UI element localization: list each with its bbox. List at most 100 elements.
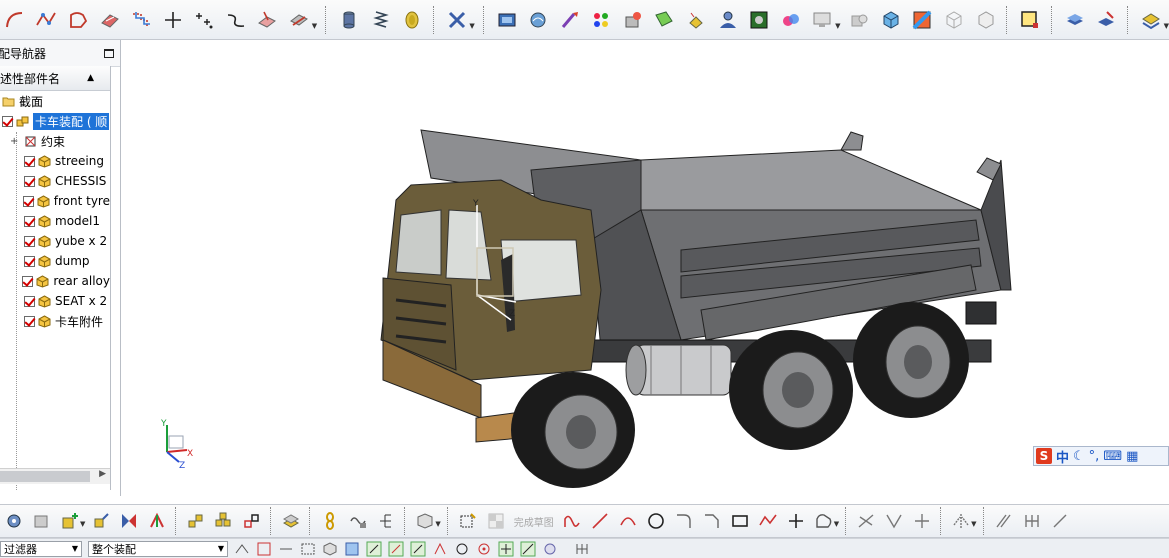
add-component-icon[interactable] — [58, 509, 82, 533]
circle-icon[interactable] — [644, 509, 668, 533]
surface-icon[interactable] — [97, 7, 123, 33]
rectangle-icon[interactable] — [728, 509, 752, 533]
visibility-checkbox[interactable] — [2, 115, 13, 127]
keyboard-icon[interactable]: ⌨ — [1103, 449, 1122, 464]
tree-row[interactable]: dump — [0, 251, 110, 271]
fillet-icon[interactable] — [672, 509, 696, 533]
section-icon[interactable] — [1138, 7, 1164, 33]
snap-point-icon[interactable] — [498, 541, 514, 557]
ime-mode[interactable]: 中 — [1056, 447, 1069, 466]
line-icon[interactable] — [588, 509, 612, 533]
assembly-gear-icon[interactable] — [2, 509, 26, 533]
tree-row[interactable]: front tyre — [0, 191, 110, 211]
tools-icon[interactable] — [444, 7, 470, 33]
visibility-checkbox[interactable] — [24, 315, 35, 327]
bridge-curve-icon[interactable] — [223, 7, 249, 33]
snap-on-curve-icon[interactable] — [520, 541, 536, 557]
polygon-icon[interactable] — [65, 7, 91, 33]
constraint-icon[interactable] — [117, 509, 141, 533]
snap-control-icon[interactable] — [410, 541, 426, 557]
tree-row[interactable]: 卡车附件 — [0, 311, 110, 331]
dropdown-arrow-icon[interactable]: ▼ — [835, 22, 840, 30]
select-chain-icon[interactable] — [278, 541, 294, 557]
render-icon[interactable] — [525, 7, 551, 33]
tree-row[interactable]: 截面 — [0, 91, 110, 111]
tree-row[interactable]: + 约束 — [0, 131, 110, 151]
dropdown-arrow-icon[interactable]: ▼ — [469, 22, 474, 30]
scrollbar-thumb[interactable] — [0, 471, 90, 482]
tree-row[interactable]: 卡车装配 ( 顺 — [0, 111, 110, 131]
intersect-curve-icon[interactable] — [286, 7, 312, 33]
move-component-icon[interactable] — [89, 509, 113, 533]
profile-icon[interactable] — [560, 509, 584, 533]
explode-view-icon[interactable] — [212, 509, 236, 533]
visibility-checkbox[interactable] — [22, 195, 34, 207]
pattern-icon[interactable] — [1020, 509, 1044, 533]
user-icon[interactable] — [715, 7, 741, 33]
expand-toggle-icon[interactable]: + — [10, 136, 20, 147]
offset-icon[interactable] — [992, 509, 1016, 533]
point-icon[interactable] — [160, 7, 186, 33]
wave-link-icon[interactable] — [346, 509, 370, 533]
cube-view-icon[interactable] — [413, 509, 437, 533]
palette-icon[interactable] — [589, 7, 615, 33]
arc-sketch-icon[interactable] — [616, 509, 640, 533]
offset-curve-icon[interactable] — [128, 7, 154, 33]
sort-up-icon[interactable]: ▲ — [87, 73, 94, 83]
frame-select-icon[interactable] — [1017, 7, 1043, 33]
graphics-viewport[interactable]: Y Z Y X Z — [121, 40, 1169, 496]
visibility-checkbox[interactable] — [24, 215, 35, 227]
settings-icon[interactable]: ▦ — [1126, 449, 1138, 464]
sketch-icon[interactable] — [456, 509, 480, 533]
cylinder-icon[interactable] — [336, 7, 362, 33]
dropdown-arrow-icon[interactable]: ▼ — [218, 544, 224, 553]
dropdown-arrow-icon[interactable]: ▼ — [312, 22, 317, 30]
dropdown-arrow-icon[interactable]: ▼ — [80, 520, 85, 528]
explode-icon[interactable] — [184, 509, 208, 533]
select-cube-icon[interactable] — [322, 541, 338, 557]
dropdown-arrow-icon[interactable]: ▼ — [971, 520, 976, 528]
select-box-icon[interactable] — [256, 541, 272, 557]
ime-status-bar[interactable]: S 中 ☾ °, ⌨ ▦ — [1033, 446, 1169, 466]
snap-midpoint-icon[interactable] — [388, 541, 404, 557]
tree-row[interactable]: streeing — [0, 151, 110, 171]
tree-row[interactable]: yube x 2 — [0, 231, 110, 251]
snap-center-icon[interactable] — [454, 541, 470, 557]
fuel-tank[interactable] — [625, 344, 732, 396]
snap-icon[interactable] — [234, 541, 250, 557]
stack-icon[interactable] — [1062, 7, 1088, 33]
truck-model[interactable]: Y Z Y X Z — [121, 40, 1169, 496]
tree-row[interactable]: model1 — [0, 211, 110, 231]
point-set-icon[interactable] — [191, 7, 217, 33]
finish-sketch-label[interactable]: 完成草图 — [514, 514, 554, 529]
type-filter-combo[interactable]: 过滤器 ▼ — [0, 540, 82, 557]
tree-row[interactable]: rear alloy — [0, 271, 110, 291]
visibility-checkbox[interactable] — [24, 235, 35, 247]
mirror-icon[interactable] — [949, 509, 973, 533]
shape-icon[interactable] — [812, 509, 836, 533]
snap-endpoint-icon[interactable] — [366, 541, 382, 557]
studio-spline-icon[interactable] — [34, 7, 60, 33]
selection-scope-combo[interactable]: 整个装配 ▼ — [88, 540, 228, 557]
extend-icon[interactable] — [882, 509, 906, 533]
layer-edit-icon[interactable] — [1094, 7, 1120, 33]
gradient-icon[interactable] — [910, 7, 936, 33]
scroll-right-icon[interactable]: ▶ — [99, 469, 106, 479]
dropdown-arrow-icon[interactable]: ▼ — [1164, 22, 1169, 30]
horizontal-scrollbar[interactable]: ▶ — [0, 468, 110, 484]
scene-icon[interactable] — [778, 7, 804, 33]
light-icon[interactable] — [683, 7, 709, 33]
maximize-icon[interactable] — [104, 48, 114, 58]
chain-icon[interactable] — [318, 509, 342, 533]
polyline-icon[interactable] — [756, 509, 780, 533]
sogou-logo-icon[interactable]: S — [1036, 448, 1052, 464]
component-icon[interactable] — [30, 509, 54, 533]
project-curve-icon[interactable] — [255, 7, 281, 33]
align-icon[interactable] — [145, 509, 169, 533]
trim-icon[interactable] — [854, 509, 878, 533]
tree-row[interactable]: SEAT x 2 — [0, 291, 110, 311]
fillet-sketch-icon[interactable] — [1048, 509, 1072, 533]
visibility-checkbox[interactable] — [24, 155, 35, 167]
visibility-checkbox[interactable] — [24, 175, 35, 187]
tree-row[interactable]: CHESSIS — [0, 171, 110, 191]
